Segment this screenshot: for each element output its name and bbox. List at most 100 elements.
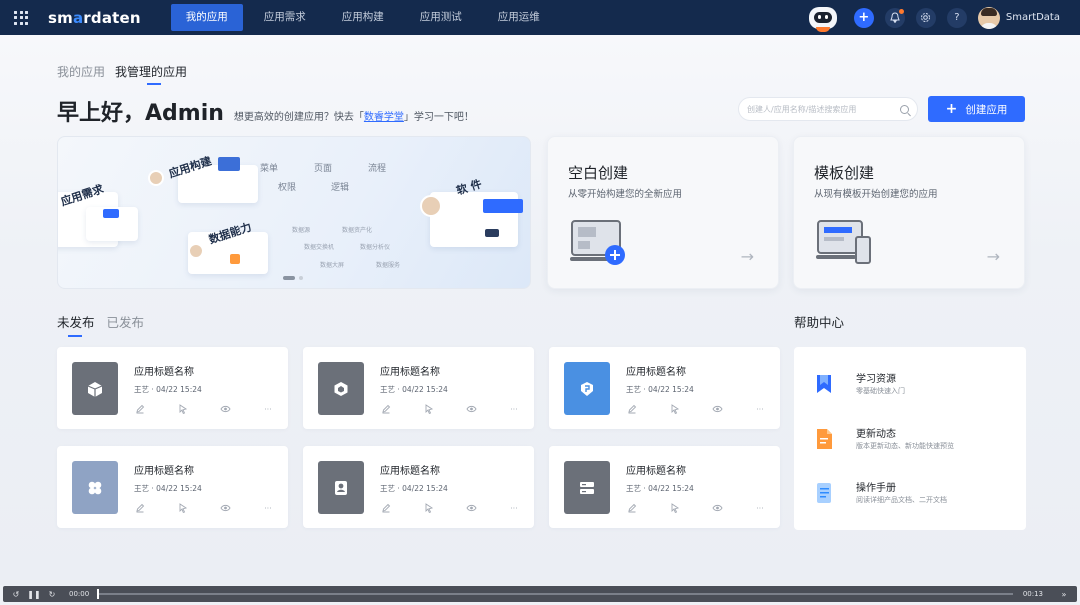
- app-date: 04/22 15:24: [156, 385, 202, 394]
- banner-person-icon: [188, 243, 204, 259]
- edit-icon[interactable]: [380, 502, 392, 514]
- help-item-updates[interactable]: 更新动态 版本更新动态、新功能快速预览: [814, 425, 1014, 455]
- subtitle-suffix: 」学习一下吧！: [403, 112, 474, 123]
- app-card[interactable]: 应用标题名称 王艺 · 04/22 15:24 ···: [57, 347, 288, 429]
- more-icon[interactable]: ···: [508, 403, 520, 415]
- more-icon[interactable]: ···: [754, 502, 766, 514]
- search-icon[interactable]: [900, 104, 909, 114]
- app-card[interactable]: 应用标题名称 王艺 · 04/22 15:24 ···: [303, 347, 534, 429]
- replay-icon[interactable]: ↺: [11, 589, 21, 599]
- apps-grid-icon[interactable]: [14, 10, 28, 25]
- more-icon[interactable]: ···: [508, 502, 520, 514]
- more-icon[interactable]: ···: [262, 403, 274, 415]
- edit-icon[interactable]: [626, 403, 638, 415]
- create-app-button[interactable]: + 创建应用: [928, 96, 1025, 122]
- nav-item-build[interactable]: 应用构建: [327, 4, 399, 31]
- clover-icon: [88, 481, 102, 494]
- app-thumbnail[interactable]: [318, 362, 364, 415]
- app-meta: 王艺 · 04/22 15:24: [380, 384, 448, 395]
- blank-create-card[interactable]: 空白创建 从零开始构建您的全新应用 →: [547, 136, 779, 289]
- pause-icon[interactable]: ❚❚: [27, 589, 40, 599]
- app-meta: 王艺 · 04/22 15:24: [134, 384, 202, 395]
- banner-small-label: 数据资产化: [342, 227, 373, 234]
- pointer-icon[interactable]: [423, 403, 435, 415]
- eye-icon[interactable]: [465, 502, 477, 514]
- app-card[interactable]: 应用标题名称 王艺 · 04/22 15:24 ···: [549, 347, 780, 429]
- carousel-dots: [283, 276, 307, 280]
- help-center-title: 帮助中心: [794, 315, 845, 330]
- banner-carousel[interactable]: 应用需求 应用构建 数据能力 菜单 页面 流程 权限 逻辑 数据源 数据资产化 …: [57, 136, 531, 289]
- more-icon[interactable]: ···: [754, 403, 766, 415]
- tab-my-apps[interactable]: 我的应用: [57, 63, 105, 85]
- nav-item-test[interactable]: 应用测试: [405, 4, 477, 31]
- carousel-dot[interactable]: [299, 276, 303, 280]
- eye-icon[interactable]: [219, 403, 231, 415]
- pointer-icon[interactable]: [669, 502, 681, 514]
- video-progress-handle[interactable]: [97, 589, 100, 599]
- app-thumbnail[interactable]: [564, 461, 610, 514]
- app-title: 应用标题名称: [380, 466, 440, 477]
- eye-icon[interactable]: [219, 502, 231, 514]
- app-thumbnail[interactable]: [318, 461, 364, 514]
- top-right-tools: + ? SmartData: [806, 0, 1080, 35]
- app-thumbnail[interactable]: [72, 461, 118, 514]
- app-date: 04/22 15:24: [402, 385, 448, 394]
- tab-unpublished[interactable]: 未发布: [57, 312, 95, 337]
- pointer-icon[interactable]: [177, 403, 189, 415]
- pointer-icon[interactable]: [669, 403, 681, 415]
- app-thumbnail[interactable]: [564, 362, 610, 415]
- app-meta: 王艺 · 04/22 15:24: [626, 384, 694, 395]
- bell-icon[interactable]: [884, 7, 905, 28]
- help-item-desc: 阅读详细产品文档、二开文档: [856, 496, 947, 504]
- academy-link[interactable]: 数睿学堂: [364, 112, 404, 123]
- app-card[interactable]: 应用标题名称 王艺 · 04/22 15:24 ···: [57, 446, 288, 528]
- pointer-icon[interactable]: [177, 502, 189, 514]
- help-item-learning[interactable]: 学习资源 零基础快速入门: [814, 370, 1014, 400]
- app-owner: 王艺: [626, 385, 641, 394]
- greeting-subtitle: 想更高效的创建应用？快去「数睿学堂」学习一下吧！: [234, 108, 474, 123]
- gear-icon[interactable]: [915, 7, 936, 28]
- template-create-card[interactable]: 模板创建 从现有模板开始创建您的应用 →: [793, 136, 1025, 289]
- forward-icon[interactable]: ↻: [47, 589, 57, 599]
- cube-icon: [87, 381, 103, 397]
- edit-icon[interactable]: [134, 502, 146, 514]
- search-input[interactable]: [747, 104, 900, 114]
- app-card[interactable]: 应用标题名称 王艺 · 04/22 15:24 ···: [549, 446, 780, 528]
- help-icon[interactable]: ?: [946, 7, 967, 28]
- eye-icon[interactable]: [465, 403, 477, 415]
- avatar[interactable]: [977, 6, 1000, 29]
- username[interactable]: SmartData: [1006, 12, 1060, 23]
- help-item-title: 操作手册: [856, 483, 896, 494]
- app-actions: ···: [380, 502, 520, 514]
- blank-app-illustration-icon: [570, 220, 625, 265]
- app-title: 应用标题名称: [626, 367, 686, 378]
- help-item-manual[interactable]: 操作手册 阅读详细产品文档、二开文档: [814, 479, 1014, 509]
- banner-label: 权限: [278, 183, 297, 193]
- edit-icon[interactable]: [134, 403, 146, 415]
- page-tabs: 我的应用 我管理的应用: [57, 63, 197, 85]
- eye-icon[interactable]: [711, 403, 723, 415]
- app-date: 04/22 15:24: [402, 484, 448, 493]
- eye-icon[interactable]: [711, 502, 723, 514]
- pointer-icon[interactable]: [423, 502, 435, 514]
- greeting: 早上好，Admin 想更高效的创建应用？快去「数睿学堂」学习一下吧！: [57, 95, 474, 127]
- banner-block: [485, 229, 499, 237]
- add-icon[interactable]: +: [853, 7, 874, 28]
- card-subtitle: 从零开始构建您的全新应用: [568, 189, 683, 200]
- edit-icon[interactable]: [380, 403, 392, 415]
- robot-assistant-icon[interactable]: [806, 3, 840, 33]
- skip-forward-icon[interactable]: »: [1059, 589, 1069, 599]
- nav-item-requirements[interactable]: 应用需求: [249, 4, 321, 31]
- video-progress-track[interactable]: [97, 589, 1013, 599]
- more-icon[interactable]: ···: [262, 502, 274, 514]
- nav-item-my-apps[interactable]: 我的应用: [170, 4, 243, 31]
- tab-managed-apps[interactable]: 我管理的应用: [115, 63, 187, 85]
- app-thumbnail[interactable]: [72, 362, 118, 415]
- nav-item-ops[interactable]: 应用运维: [483, 4, 555, 31]
- app-card[interactable]: 应用标题名称 王艺 · 04/22 15:24 ···: [303, 446, 534, 528]
- edit-icon[interactable]: [626, 502, 638, 514]
- page-title: 早上好，Admin: [57, 101, 224, 126]
- tab-published[interactable]: 已发布: [107, 312, 145, 337]
- app-title: 应用标题名称: [134, 367, 194, 378]
- carousel-dot[interactable]: [283, 276, 295, 280]
